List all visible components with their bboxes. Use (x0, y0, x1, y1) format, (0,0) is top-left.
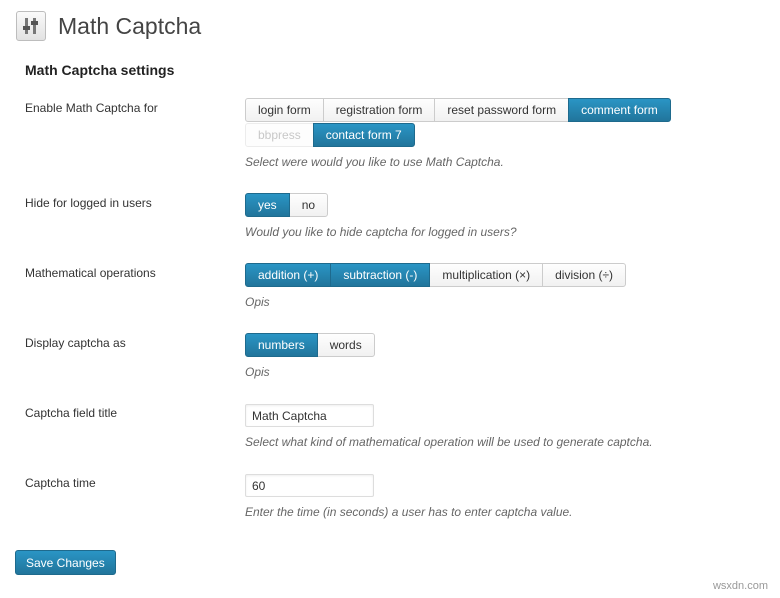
option-contact-form-7[interactable]: contact form 7 (312, 123, 415, 147)
hide-description: Would you like to hide captcha for logge… (245, 225, 517, 239)
operations-label: Mathematical operations (25, 266, 156, 280)
time-field: Enter the time (in seconds) a user has t… (245, 474, 573, 519)
option-subtraction[interactable]: subtraction (-) (330, 263, 431, 287)
operations-field: addition (+) subtraction (-) multiplicat… (245, 263, 627, 309)
display-segment: numbers words (245, 333, 375, 357)
enable-field: login form registration form reset passw… (245, 98, 780, 169)
enable-label: Enable Math Captcha for (25, 101, 158, 115)
option-yes[interactable]: yes (245, 193, 290, 217)
hide-field: yes no Would you like to hide captcha fo… (245, 193, 517, 239)
time-description: Enter the time (in seconds) a user has t… (245, 505, 573, 519)
display-description: Opis (245, 365, 270, 379)
watermark: wsxdn.com (712, 580, 768, 592)
option-no[interactable]: no (288, 193, 329, 217)
operations-description: Opis (245, 295, 270, 309)
enable-segment-row1: login form registration form reset passw… (245, 98, 671, 122)
page-header: Math Captcha (16, 8, 201, 44)
field-title-description: Select what kind of mathematical operati… (245, 435, 653, 449)
display-label: Display captcha as (25, 336, 126, 350)
option-addition[interactable]: addition (+) (245, 263, 332, 287)
captcha-time-input[interactable] (245, 474, 374, 497)
option-registration-form[interactable]: registration form (322, 98, 436, 122)
option-words[interactable]: words (316, 333, 375, 357)
settings-sliders-icon (16, 11, 46, 41)
option-bbpress: bbpress (245, 123, 314, 147)
captcha-field-title-input[interactable] (245, 404, 374, 427)
option-reset-password-form[interactable]: reset password form (434, 98, 570, 122)
field-title-field: Select what kind of mathematical operati… (245, 404, 653, 449)
display-field: numbers words Opis (245, 333, 375, 379)
operations-segment: addition (+) subtraction (-) multiplicat… (245, 263, 627, 287)
field-title-label: Captcha field title (25, 406, 118, 420)
enable-segment-row2: bbpress contact form 7 (245, 123, 415, 147)
hide-label: Hide for logged in users (25, 196, 152, 210)
hide-segment: yes no (245, 193, 329, 217)
option-comment-form[interactable]: comment form (568, 98, 671, 122)
time-label: Captcha time (25, 476, 96, 490)
enable-description: Select were would you like to use Math C… (245, 155, 504, 169)
page-title: Math Captcha (58, 12, 202, 39)
save-changes-button[interactable]: Save Changes (15, 550, 116, 575)
section-title: Math Captcha settings (25, 62, 175, 78)
option-division[interactable]: division (÷) (542, 263, 627, 287)
option-numbers[interactable]: numbers (245, 333, 318, 357)
option-multiplication[interactable]: multiplication (×) (429, 263, 544, 287)
option-login-form[interactable]: login form (245, 98, 324, 122)
